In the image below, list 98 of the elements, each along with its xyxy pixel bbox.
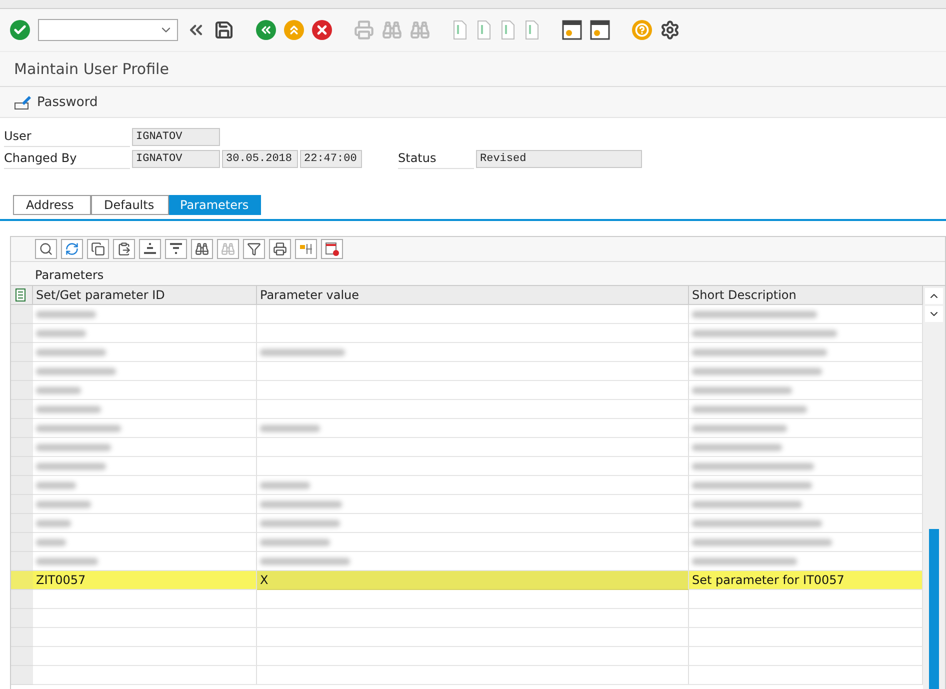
pencil-keyboard-icon — [14, 94, 32, 110]
readonly-field: IGNATOV — [132, 128, 220, 146]
blurred-text — [36, 406, 101, 412]
sort-ascending-button[interactable] — [139, 239, 161, 259]
blurred-text — [36, 558, 98, 564]
blurred-text — [36, 386, 81, 394]
binoculars-icon[interactable] — [382, 20, 402, 40]
row-selector[interactable] — [11, 495, 33, 514]
enter-button[interactable] — [10, 20, 30, 40]
filter-button[interactable] — [243, 239, 265, 259]
table-cell: ZIT0057 — [33, 571, 257, 590]
row-selector[interactable] — [11, 400, 33, 419]
back-button[interactable] — [256, 20, 276, 40]
screen-title: Maintain User Profile — [14, 60, 169, 78]
readonly-field: 22:47:00 — [300, 150, 362, 168]
row-selector[interactable] — [11, 533, 33, 552]
blurred-text — [36, 482, 76, 488]
sort-descending-button[interactable] — [165, 239, 187, 259]
find-button[interactable] — [191, 239, 213, 259]
filter-icon — [247, 242, 261, 256]
blurred-text — [36, 500, 91, 508]
grid-title: Parameters — [35, 268, 104, 284]
blurred-text — [260, 424, 320, 432]
chevrons-up-icon — [287, 23, 301, 37]
printer-icon — [273, 242, 287, 256]
help-icon — [635, 23, 649, 37]
table-cell: X — [257, 571, 689, 590]
row-selector[interactable] — [11, 647, 33, 666]
blurred-text — [36, 538, 66, 546]
row-selector[interactable] — [11, 381, 33, 400]
row-selector[interactable] — [11, 590, 33, 609]
copy-button[interactable] — [87, 239, 109, 259]
delete-row-icon — [325, 242, 339, 256]
row-selector[interactable] — [11, 552, 33, 571]
help-button[interactable] — [632, 20, 652, 40]
readonly-field: Revised — [476, 150, 642, 168]
readonly-field: 30.05.2018 — [222, 150, 298, 168]
column-header[interactable]: Set/Get parameter ID — [33, 286, 257, 305]
cancel-button[interactable] — [312, 20, 332, 40]
readonly-field: IGNATOV — [132, 150, 220, 168]
command-field[interactable] — [38, 19, 178, 41]
delete-row-button[interactable] — [321, 239, 343, 259]
row-selector[interactable] — [11, 438, 33, 457]
field-label: Status — [398, 149, 474, 169]
exit-button[interactable] — [284, 20, 304, 40]
sort-ascending-icon — [143, 243, 157, 255]
scroll-down-button[interactable] — [925, 306, 943, 322]
tab[interactable]: Defaults — [91, 195, 169, 215]
copy-icon — [91, 242, 105, 256]
chevrons-left-icon — [259, 23, 273, 37]
row-selector[interactable] — [11, 419, 33, 438]
refresh-icon — [65, 242, 79, 256]
blurred-text — [260, 482, 310, 488]
row-selector[interactable] — [11, 514, 33, 533]
selected-row[interactable]: ZIT0057 X Set parameter for IT0057 — [11, 571, 923, 590]
row-selector[interactable] — [11, 343, 33, 362]
scrollbar-thumb[interactable] — [929, 529, 939, 689]
table-cell: Set parameter for IT0057 — [689, 571, 923, 590]
row-selector[interactable] — [11, 666, 33, 685]
row-selector[interactable] — [11, 476, 33, 495]
row-selector[interactable] — [11, 609, 33, 628]
settings-icon[interactable] — [660, 20, 680, 40]
binoculars-icon — [221, 242, 235, 256]
refresh-button[interactable] — [61, 239, 83, 259]
tab[interactable]: Address — [13, 195, 91, 215]
blurred-text — [260, 538, 330, 546]
layout-button[interactable] — [295, 239, 317, 259]
binoculars-icon — [195, 242, 209, 256]
close-icon — [315, 23, 329, 37]
row-selector[interactable] — [11, 362, 33, 381]
row-selector[interactable] — [11, 571, 33, 590]
sort-descending-icon — [169, 243, 183, 255]
row-selector[interactable] — [11, 628, 33, 647]
row-selector[interactable] — [11, 324, 33, 343]
clipboard-icon — [117, 242, 131, 256]
blurred-text — [36, 462, 106, 470]
blurred-text — [36, 330, 86, 336]
column-select-icon[interactable] — [14, 288, 28, 302]
blurred-text — [36, 520, 71, 526]
printer-icon[interactable] — [354, 20, 374, 40]
save-icon[interactable] — [214, 20, 234, 40]
layout-icon — [299, 243, 313, 255]
field-label: Changed By — [4, 149, 130, 169]
column-header[interactable]: Parameter value — [257, 286, 689, 305]
row-selector[interactable] — [11, 457, 33, 476]
tab[interactable]: Parameters — [169, 195, 261, 215]
blurred-text — [36, 348, 106, 356]
print-button[interactable] — [269, 239, 291, 259]
password-button[interactable]: Password — [14, 94, 98, 110]
binoculars-plus-icon[interactable] — [410, 20, 430, 40]
details-button[interactable] — [35, 239, 57, 259]
blurred-text — [36, 310, 96, 318]
check-icon — [13, 23, 27, 37]
paste-button[interactable] — [113, 239, 135, 259]
scroll-up-button[interactable] — [925, 288, 943, 304]
search-icon — [39, 242, 53, 256]
field-label: User — [4, 127, 130, 147]
column-header[interactable]: Short Description — [689, 286, 923, 305]
